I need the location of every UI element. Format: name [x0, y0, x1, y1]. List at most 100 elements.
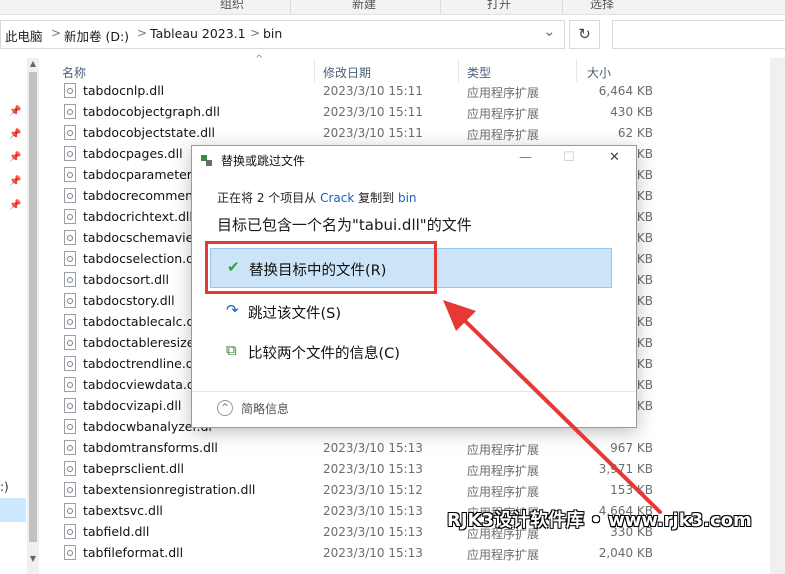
skip-file-option[interactable]: ↷ 跳过该文件(S)	[210, 292, 612, 332]
file-name: tabfileformat.dll	[83, 545, 184, 560]
file-size: 6,464 KB	[598, 84, 653, 98]
breadcrumb-separator[interactable]: >	[51, 26, 61, 40]
breadcrumb-separator[interactable]: >	[250, 26, 260, 40]
dialog-divider	[192, 391, 636, 392]
dll-file-icon	[64, 398, 76, 413]
file-name: tabextsvc.dll	[83, 503, 163, 518]
dll-file-icon	[64, 83, 76, 98]
file-size: 967 KB	[610, 441, 653, 455]
table-row[interactable]: tabextensionregistration.dll 2023/3/10 15…	[62, 480, 672, 501]
file-size: KB	[636, 357, 653, 371]
status-prefix: 正在将 2 个项目从	[217, 191, 321, 205]
breadcrumb-separator[interactable]: >	[137, 26, 147, 40]
file-size: KB	[636, 189, 653, 203]
file-modified-date: 2023/3/10 15:13	[323, 504, 423, 518]
file-name: tabextensionregistration.dll	[83, 482, 256, 497]
copy-files-icon	[201, 155, 213, 167]
file-name: tabdocvizapi.dll	[83, 398, 182, 413]
ribbon-divider	[290, 0, 291, 14]
file-name: tabdocrecommenc	[83, 188, 200, 203]
compare-files-label: 比较两个文件的信息(C)	[248, 346, 400, 362]
scroll-up-icon[interactable]: ▲	[27, 58, 39, 70]
file-type: 应用程序扩展	[467, 485, 540, 499]
status-middle: 复制到	[354, 191, 398, 205]
highlight-box	[205, 241, 437, 294]
destination-folder-link[interactable]: bin	[398, 191, 417, 205]
table-row[interactable]: tabdocnlp.dll 2023/3/10 15:11 应用程序扩展 6,464 …	[62, 81, 672, 102]
pin-icon: 📌	[9, 152, 22, 163]
file-modified-date: 2023/3/10 15:13	[323, 546, 423, 560]
minimize-button[interactable]: —	[519, 150, 532, 165]
ribbon-group-new: 新建	[352, 0, 377, 11]
dll-file-icon	[64, 356, 76, 371]
maximize-button: ☐	[563, 150, 575, 165]
column-header-type[interactable]: 类型	[467, 64, 491, 81]
table-row[interactable]: tabdocobjectstate.dll 2023/3/10 15:11 应用程序…	[62, 123, 672, 144]
dll-file-icon	[64, 272, 76, 287]
file-modified-date: 2023/3/10 15:11	[323, 105, 423, 119]
dll-file-icon	[64, 524, 76, 539]
column-header-name[interactable]: 名称	[62, 64, 86, 81]
compare-files-option[interactable]: ⧉ 比较两个文件的信息(C)	[210, 332, 612, 372]
file-size: 62 KB	[617, 126, 653, 140]
table-row[interactable]: tabfileformat.dll 2023/3/10 15:13 应用程序扩展 2,…	[62, 543, 672, 564]
file-list-scrollbar[interactable]	[770, 58, 785, 574]
chevron-down-icon[interactable]: ⌄	[543, 22, 556, 40]
nav-selected-item[interactable]	[0, 498, 26, 522]
column-divider[interactable]	[458, 60, 459, 82]
conflict-message: 目标已包含一个名为"tabui.dll"的文件	[217, 216, 472, 234]
close-button[interactable]: ✕	[609, 150, 620, 165]
skip-arrow-icon: ↷	[226, 301, 239, 319]
breadcrumb-drive-d[interactable]: 新加卷 (D:)	[64, 26, 129, 45]
file-size: 153 KB	[610, 483, 653, 497]
file-size: KB	[636, 294, 653, 308]
file-modified-date: 2023/3/10 15:13	[323, 462, 423, 476]
file-type: 应用程序扩展	[467, 443, 540, 457]
ribbon-divider	[562, 0, 563, 14]
file-type: 应用程序扩展	[467, 128, 540, 142]
table-row[interactable]: tabdomtransforms.dll 2023/3/10 15:13 应用程序扩…	[62, 438, 672, 459]
compare-files-icon: ⧉	[226, 341, 237, 359]
file-type: 应用程序扩展	[467, 86, 540, 100]
ribbon-group-strip: 组织 新建 打开 选择	[0, 0, 785, 15]
column-header-size[interactable]: 大小	[587, 64, 611, 81]
sort-ascending-icon: ^	[255, 54, 264, 65]
dll-file-icon	[64, 188, 76, 203]
source-folder-link[interactable]: Crack	[320, 191, 354, 205]
ribbon-group-organize: 组织	[220, 0, 245, 11]
nav-drive-label[interactable]: :)	[0, 480, 9, 494]
nav-scrollbar-thumb[interactable]	[29, 72, 37, 542]
table-row[interactable]: tabdocobjectgraph.dll 2023/3/10 15:11 应用程序…	[62, 102, 672, 123]
breadcrumb-this-pc[interactable]: 此电脑	[5, 26, 43, 45]
column-divider[interactable]	[576, 60, 577, 82]
file-size: KB	[636, 315, 653, 329]
file-name: tabdomtransforms.dll	[83, 440, 218, 455]
dll-file-icon	[64, 503, 76, 518]
file-size: KB	[636, 378, 653, 392]
dll-file-icon	[64, 125, 76, 140]
address-bar[interactable]: 此电脑 > 新加卷 (D:) > Tableau 2023.1 > bin ⌄	[0, 20, 565, 49]
dll-file-icon	[64, 104, 76, 119]
column-header-date[interactable]: 修改日期	[323, 64, 371, 81]
file-name: tabeprsclient.dll	[83, 461, 184, 476]
dll-file-icon	[64, 314, 76, 329]
dll-file-icon	[64, 230, 76, 245]
refresh-icon[interactable]: ↻	[569, 20, 600, 49]
dialog-title: 替换或跳过文件	[221, 154, 306, 168]
file-size: KB	[636, 168, 653, 182]
search-input[interactable]	[612, 20, 785, 49]
file-name: tabdocviewdata.dll	[83, 377, 202, 392]
dll-file-icon	[64, 146, 76, 161]
scroll-down-icon[interactable]: ▼	[27, 553, 39, 565]
file-size: KB	[636, 336, 653, 350]
copy-status-text: 正在将 2 个项目从 Crack 复制到 bin	[217, 189, 417, 206]
file-size: KB	[636, 273, 653, 287]
file-modified-date: 2023/3/10 15:13	[323, 525, 423, 539]
file-name: tabdocnlp.dll	[83, 83, 165, 98]
dll-file-icon	[64, 167, 76, 182]
breadcrumb-bin[interactable]: bin	[263, 26, 282, 41]
column-divider[interactable]	[314, 60, 315, 82]
table-row[interactable]: tabeprsclient.dll 2023/3/10 15:13 应用程序扩展 3,…	[62, 459, 672, 480]
breadcrumb-tableau[interactable]: Tableau 2023.1	[150, 26, 246, 41]
file-modified-date: 2023/3/10 15:11	[323, 84, 423, 98]
